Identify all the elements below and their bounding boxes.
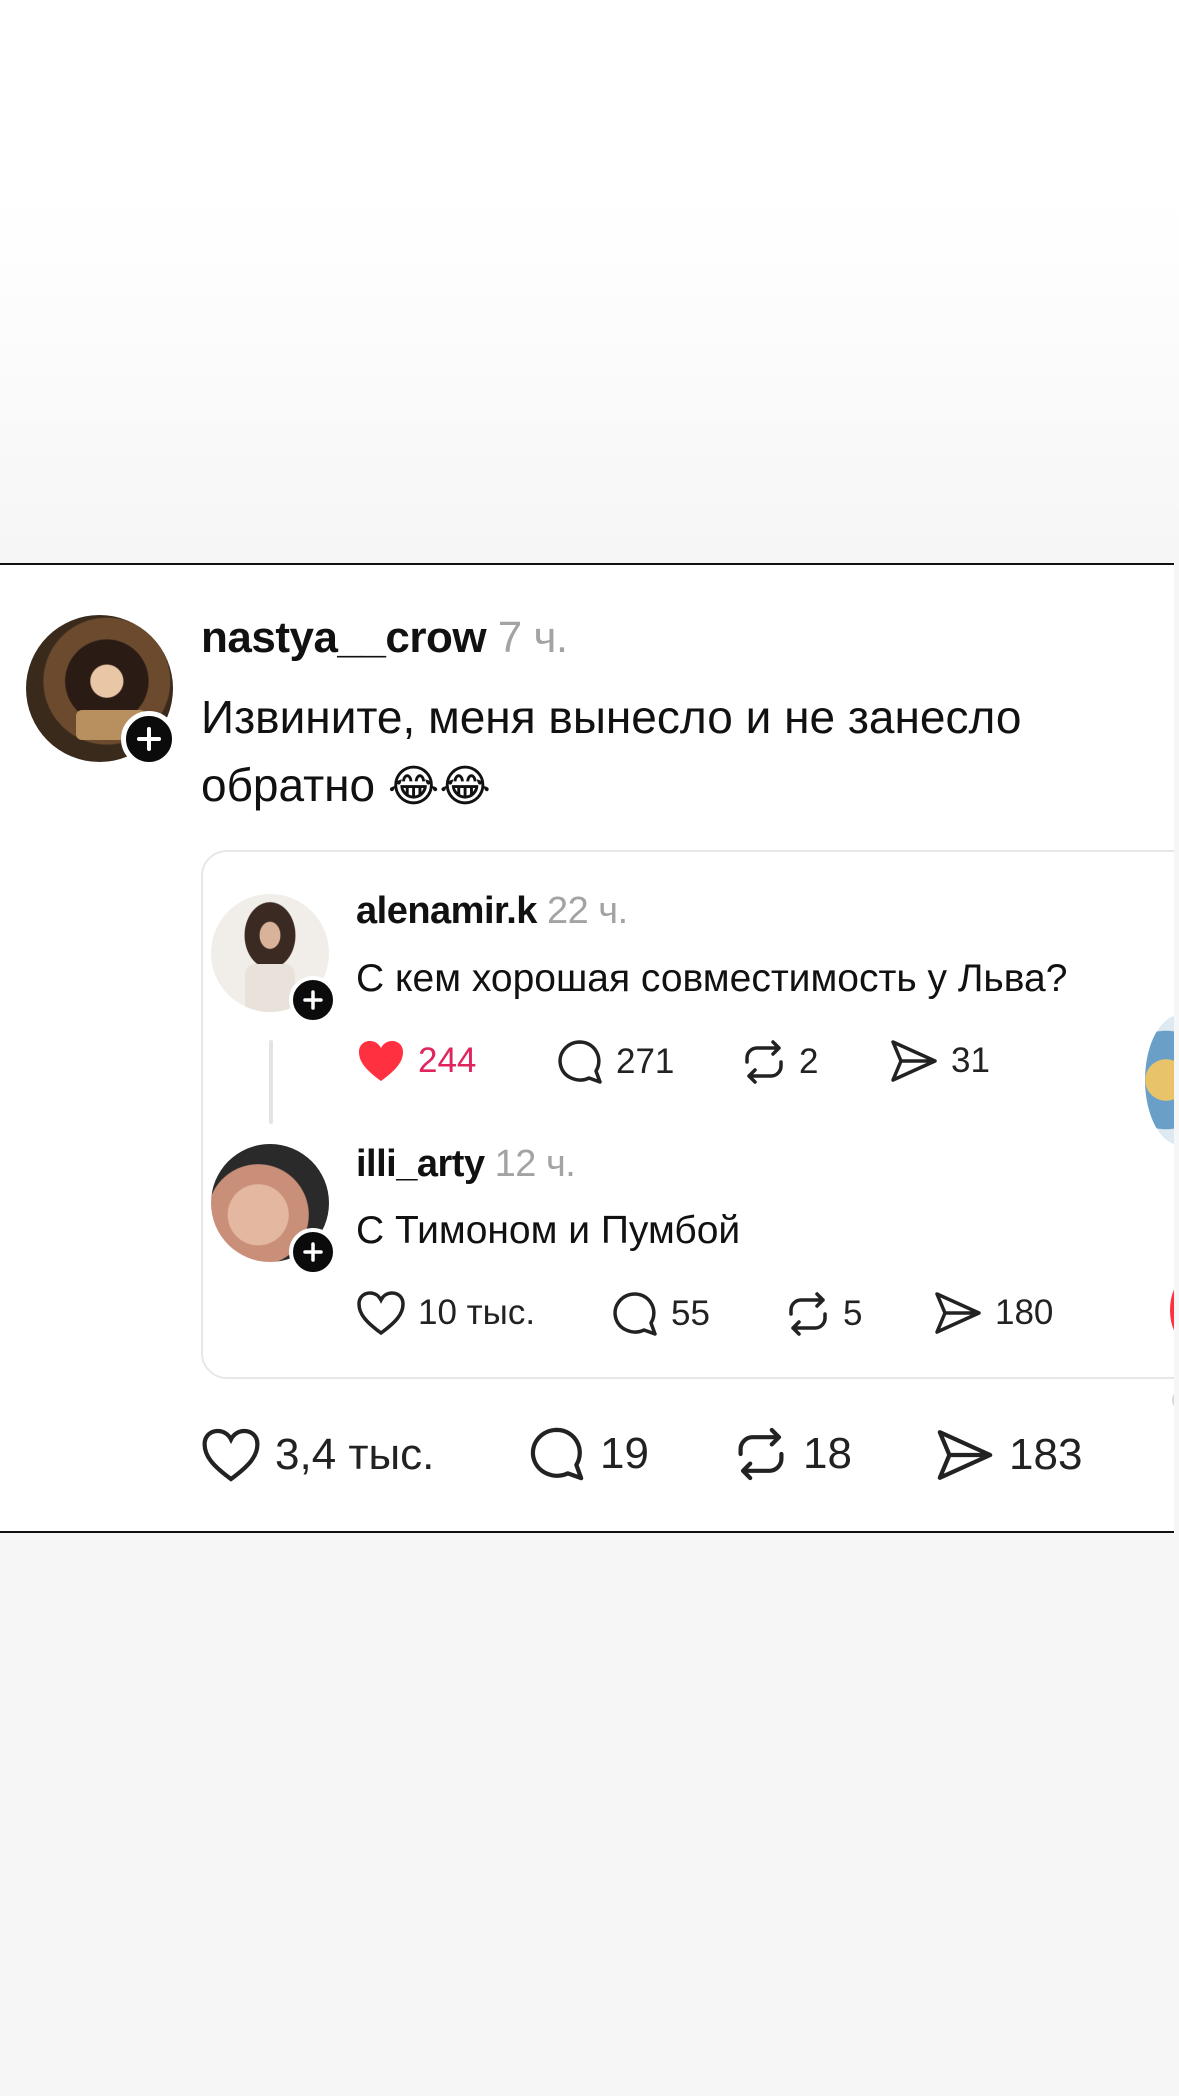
follow-plus-button[interactable] (289, 976, 337, 1024)
username[interactable]: illi_arty (356, 1143, 485, 1185)
post-time: 22 ч. (546, 890, 628, 932)
share-icon (937, 1430, 993, 1480)
follow-plus-button[interactable] (289, 1228, 337, 1276)
comment-icon (613, 1292, 657, 1336)
heart-icon (359, 1041, 403, 1081)
plus-icon (303, 990, 323, 1010)
share-icon (891, 1040, 937, 1082)
heart-icon (357, 1291, 405, 1336)
username[interactable]: alenamir.k (356, 890, 537, 932)
share-button[interactable]: 180 (933, 1290, 1053, 1336)
post-text: Извините, меня вынесло и не занесло обра… (201, 683, 1161, 821)
username[interactable]: nastya__crow (201, 613, 487, 662)
repost-icon (789, 1292, 827, 1336)
like-count: 3,4 тыс. (275, 1430, 435, 1479)
share-icon (935, 1292, 981, 1334)
repost-count: 5 (843, 1294, 863, 1333)
plus-icon (137, 727, 161, 751)
like-button[interactable]: 244 (356, 1038, 476, 1084)
comment-button[interactable]: 55 (611, 1290, 710, 1338)
comment-button[interactable]: 271 (556, 1038, 674, 1086)
post-author[interactable]: nastya__crow 7 ч. (201, 613, 568, 663)
like-button[interactable]: 3,4 тыс. (201, 1427, 434, 1483)
emoji: 😂😂 (387, 762, 491, 811)
comment-icon (530, 1427, 584, 1481)
like-count: 10 тыс. (418, 1293, 536, 1332)
comment-count: 271 (616, 1042, 675, 1081)
repost-count: 2 (799, 1042, 819, 1081)
quoted-author[interactable]: alenamir.k 22 ч. (356, 890, 628, 933)
comment-button[interactable]: 19 (528, 1425, 649, 1483)
heart-icon (202, 1428, 260, 1482)
thread-line (269, 1040, 273, 1124)
post-text-line: обратно (201, 759, 376, 811)
share-button[interactable]: 31 (889, 1038, 990, 1084)
repost-button[interactable]: 2 (739, 1038, 818, 1086)
follow-plus-button[interactable] (121, 711, 177, 767)
plus-icon (303, 1242, 323, 1262)
post-card: nastya__crow 7 ч. Извините, меня вынесло… (0, 563, 1174, 1533)
like-count: 244 (418, 1041, 477, 1080)
cropped-dot (1172, 1390, 1174, 1410)
reply-text: С Тимоном и Пумбой (356, 1209, 741, 1252)
share-count: 180 (995, 1293, 1054, 1332)
repost-count: 18 (803, 1429, 852, 1478)
share-button[interactable]: 183 (935, 1427, 1082, 1483)
comment-count: 55 (671, 1294, 710, 1333)
repost-button[interactable]: 5 (783, 1290, 862, 1338)
repost-icon (738, 1427, 784, 1481)
repost-button[interactable]: 18 (731, 1425, 852, 1483)
post-time: 12 ч. (494, 1143, 576, 1185)
comment-icon (558, 1040, 602, 1084)
post-time: 7 ч. (497, 613, 568, 662)
share-count: 31 (951, 1041, 990, 1080)
like-button[interactable]: 10 тыс. (356, 1290, 535, 1336)
share-count: 183 (1009, 1430, 1083, 1479)
background-top (0, 0, 1179, 563)
quoted-thread[interactable]: alenamir.k 22 ч. С кем хорошая совместим… (201, 850, 1174, 1379)
comment-count: 19 (600, 1429, 649, 1478)
post-text-line: Извините, меня вынесло и не занесло (201, 691, 1022, 743)
repost-icon (745, 1040, 783, 1084)
quoted-text: С кем хорошая совместимость у Льва? (356, 957, 1068, 1000)
reply-author[interactable]: illi_arty 12 ч. (356, 1143, 576, 1186)
